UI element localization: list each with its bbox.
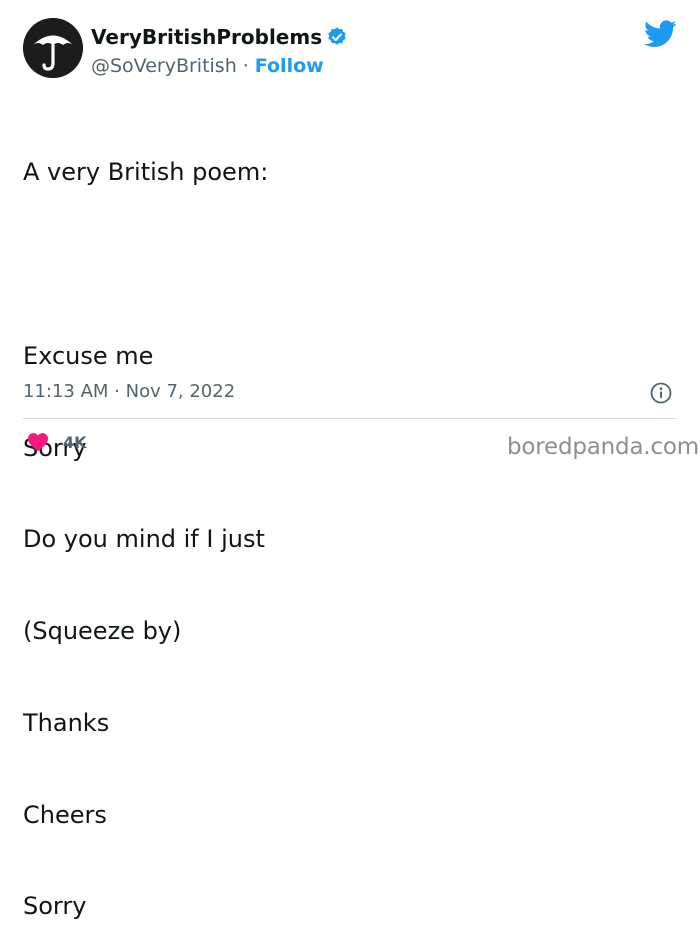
- account-handle[interactable]: @SoVeryBritish: [91, 55, 237, 77]
- info-icon[interactable]: [650, 382, 672, 404]
- name-row: VeryBritishProblems: [91, 24, 348, 50]
- like-count: 4K: [63, 432, 87, 452]
- follow-button[interactable]: Follow: [255, 55, 324, 77]
- display-name[interactable]: VeryBritishProblems: [91, 25, 322, 49]
- tweet-timestamp[interactable]: 11:13 AM · Nov 7, 2022: [23, 381, 235, 402]
- divider: [23, 418, 677, 419]
- handle-row: @SoVeryBritish · Follow: [91, 55, 348, 77]
- tweet-line: Do you mind if I just: [23, 525, 265, 554]
- separator-dot: ·: [242, 55, 249, 77]
- tweet-line: (Squeeze by): [23, 617, 182, 646]
- tweet-line: Cheers: [23, 800, 107, 829]
- like-action[interactable]: 4K: [27, 432, 87, 452]
- account-info: VeryBritishProblems @SoVeryBritish · Fol…: [91, 24, 348, 77]
- heart-icon[interactable]: [27, 432, 49, 452]
- tweet-line: Excuse me: [23, 341, 154, 370]
- avatar[interactable]: [23, 18, 83, 78]
- twitter-bird-icon[interactable]: [644, 20, 677, 48]
- verified-badge-icon: [326, 26, 348, 48]
- watermark: boredpanda.com: [507, 434, 699, 460]
- tweet-line: Thanks: [23, 708, 110, 737]
- tweet-text: A very British poem: Excuse me Sorry Do …: [23, 96, 268, 942]
- tweet-line: Sorry: [23, 892, 87, 921]
- tweet-card: VeryBritishProblems @SoVeryBritish · Fol…: [0, 0, 700, 920]
- umbrella-logo: [23, 18, 83, 78]
- tweet-line: A very British poem:: [23, 158, 269, 187]
